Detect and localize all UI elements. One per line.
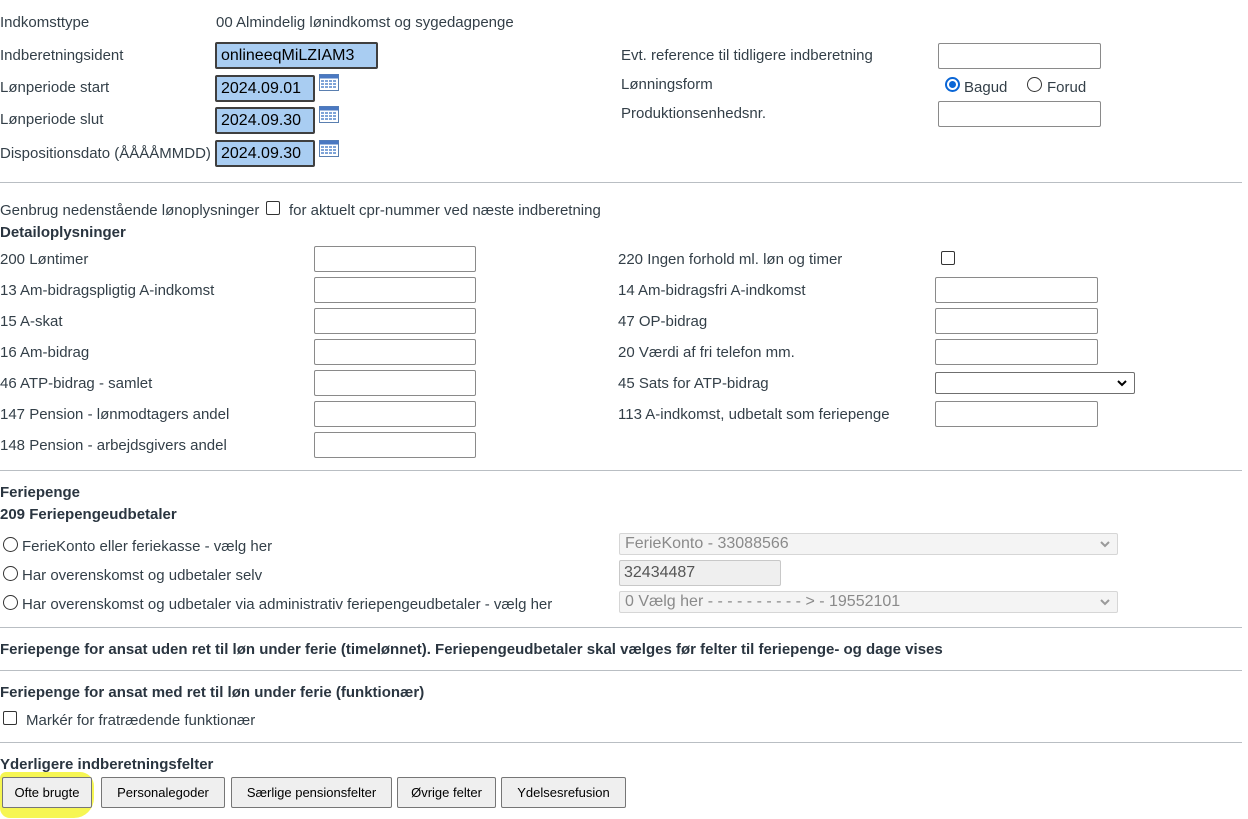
administrativ-radio[interactable] bbox=[3, 595, 18, 610]
am-bidragspligtig-input[interactable] bbox=[314, 277, 476, 303]
atp-sats-select[interactable] bbox=[935, 372, 1135, 394]
dispositionsdato-field[interactable]: 2024.09.30 bbox=[215, 140, 315, 167]
a-skat-input[interactable] bbox=[314, 308, 476, 334]
calendar-icon[interactable] bbox=[319, 74, 339, 91]
fratraedende-label: Markér for fratrædende funktionær bbox=[26, 712, 256, 729]
administrativ-select-value: 0 Vælg her - - - - - - - - - - > - 19552… bbox=[625, 593, 901, 610]
lontimer-input[interactable] bbox=[314, 246, 476, 272]
forud-radio[interactable] bbox=[1027, 77, 1042, 92]
divider bbox=[0, 470, 1242, 471]
pension-lonmodtager-input[interactable] bbox=[314, 401, 476, 427]
pension-arbejdsgiver-input[interactable] bbox=[314, 432, 476, 458]
field-label: 13 Am-bidragspligtig A-indkomst bbox=[0, 282, 215, 299]
atp-bidrag-input[interactable] bbox=[314, 370, 476, 396]
funktionaer-heading: Feriepenge for ansat med ret til løn und… bbox=[0, 684, 425, 701]
op-bidrag-input[interactable] bbox=[935, 308, 1098, 334]
timelonnet-heading: Feriepenge for ansat uden ret til løn un… bbox=[0, 641, 943, 658]
administrativ-select[interactable]: 0 Vælg her - - - - - - - - - - > - 19552… bbox=[619, 591, 1118, 613]
field-label: 148 Pension - arbejdsgivers andel bbox=[0, 437, 227, 454]
feriekonto-select[interactable]: FerieKonto - 33088566 bbox=[619, 533, 1118, 555]
field-label: 200 Løntimer bbox=[0, 251, 89, 268]
bagud-radio[interactable] bbox=[945, 77, 960, 92]
lonperiode-start-field[interactable]: 2024.09.01 bbox=[215, 75, 315, 102]
feriepenge-heading: Feriepenge bbox=[0, 484, 81, 501]
chevron-down-icon bbox=[1100, 541, 1110, 548]
selv-label: Har overenskomst og udbetaler selv bbox=[22, 567, 263, 584]
yderligere-heading: Yderligere indberetningsfelter bbox=[0, 756, 214, 773]
ingen-forhold-checkbox[interactable] bbox=[941, 251, 955, 265]
field-label: 14 Am-bidragsfri A-indkomst bbox=[618, 282, 806, 299]
selv-input[interactable]: 32434487 bbox=[619, 560, 781, 586]
field-label: 47 OP-bidrag bbox=[618, 313, 708, 330]
field-label: 220 Ingen forhold ml. løn og timer bbox=[618, 251, 843, 268]
evt-reference-label: Evt. reference til tidligere indberetnin… bbox=[621, 47, 873, 64]
tab-ydelsesrefusion-button[interactable]: Ydelsesrefusion bbox=[501, 777, 626, 808]
field-label: 147 Pension - lønmodtagers andel bbox=[0, 406, 230, 423]
lonningsform-label: Lønningsform bbox=[621, 76, 713, 93]
fri-telefon-input[interactable] bbox=[935, 339, 1098, 365]
am-bidragsfri-input[interactable] bbox=[935, 277, 1098, 303]
tab-saerlige-pensionsfelter-button[interactable]: Særlige pensionsfelter bbox=[231, 777, 392, 808]
selv-radio[interactable] bbox=[3, 566, 18, 581]
calendar-icon[interactable] bbox=[319, 140, 339, 157]
divider bbox=[0, 182, 1242, 183]
indkomsttype-label: Indkomsttype bbox=[0, 14, 90, 31]
a-indkomst-feriepenge-input[interactable] bbox=[935, 401, 1098, 427]
evt-reference-input[interactable] bbox=[938, 43, 1101, 69]
lonperiode-slut-field[interactable]: 2024.09.30 bbox=[215, 107, 315, 134]
genbrug-checkbox[interactable] bbox=[266, 201, 280, 215]
produktionsenhed-label: Produktionsenhedsnr. bbox=[621, 105, 767, 122]
field-label: 46 ATP-bidrag - samlet bbox=[0, 375, 153, 392]
divider bbox=[0, 670, 1242, 671]
chevron-down-icon bbox=[1100, 599, 1110, 606]
genbrug-label: Genbrug nedenstående lønoplysninger bbox=[0, 202, 260, 219]
lonperiode-start-label: Lønperiode start bbox=[0, 79, 110, 96]
calendar-icon[interactable] bbox=[319, 106, 339, 123]
bagud-label: Bagud bbox=[964, 79, 1008, 96]
indberetningsident-field[interactable]: onlineeqMiLZIAM3 bbox=[215, 42, 378, 69]
field-label: 45 Sats for ATP-bidrag bbox=[618, 375, 769, 392]
field-label: 16 Am-bidrag bbox=[0, 344, 90, 361]
indberetningsident-label: Indberetningsident bbox=[0, 47, 124, 64]
genbrug-suffix: for aktuelt cpr-nummer ved næste indbere… bbox=[289, 202, 601, 219]
tab-personalegoder-button[interactable]: Personalegoder bbox=[101, 777, 225, 808]
feriekonto-radio[interactable] bbox=[3, 537, 18, 552]
administrativ-label: Har overenskomst og udbetaler via admini… bbox=[22, 596, 553, 613]
chevron-down-icon bbox=[1117, 380, 1127, 387]
field-label: 113 A-indkomst, udbetalt som feriepenge bbox=[618, 406, 890, 423]
produktionsenhed-input[interactable] bbox=[938, 101, 1101, 127]
am-bidrag-input[interactable] bbox=[314, 339, 476, 365]
tab-ovrige-felter-button[interactable]: Øvrige felter bbox=[397, 777, 496, 808]
feriekonto-label: FerieKonto eller feriekasse - vælg her bbox=[22, 538, 273, 555]
divider bbox=[0, 627, 1242, 628]
fratraedende-checkbox[interactable] bbox=[3, 711, 17, 725]
tab-ofte-brugte-button[interactable]: Ofte brugte bbox=[2, 777, 92, 808]
field-label: 20 Værdi af fri telefon mm. bbox=[618, 344, 795, 361]
indkomsttype-value: 00 Almindelig lønindkomst og sygedagpeng… bbox=[216, 14, 514, 31]
detail-heading: Detailoplysninger bbox=[0, 224, 126, 241]
divider bbox=[0, 742, 1242, 743]
forud-label: Forud bbox=[1047, 79, 1087, 96]
feriekonto-select-value: FerieKonto - 33088566 bbox=[625, 535, 789, 552]
lonperiode-slut-label: Lønperiode slut bbox=[0, 111, 104, 128]
feriepengeudbetaler-heading: 209 Feriepengeudbetaler bbox=[0, 506, 177, 523]
dispositionsdato-label: Dispositionsdato (ÅÅÅÅMMDD) bbox=[0, 145, 211, 162]
field-label: 15 A-skat bbox=[0, 313, 63, 330]
